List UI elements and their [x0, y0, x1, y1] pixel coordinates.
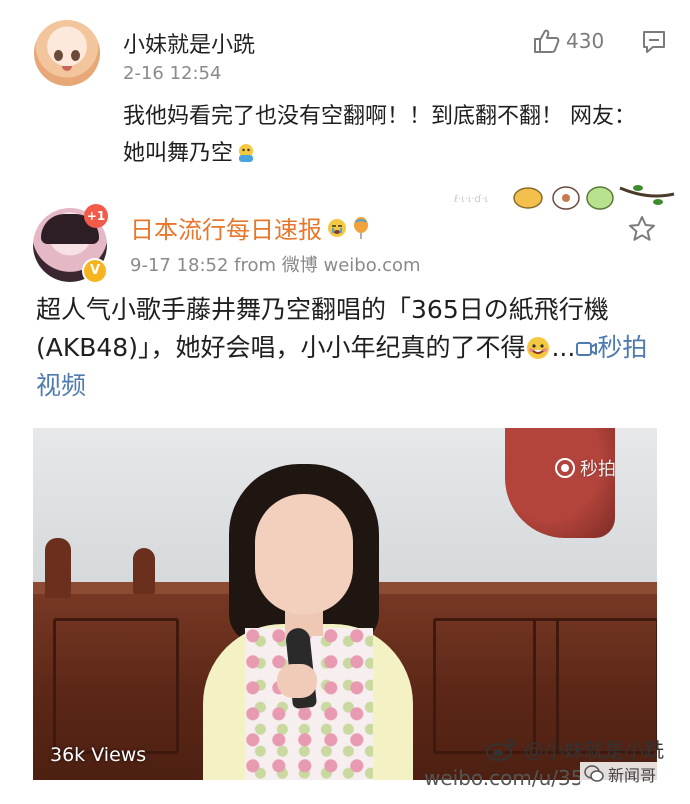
account-name[interactable]: 日本流行每日速报: [130, 210, 322, 245]
star-icon[interactable]: [627, 214, 657, 244]
emoji-icon: [239, 144, 254, 162]
site-name: 新闻哥: [608, 766, 657, 785]
comment-text: 我他妈看完了也没有空翻啊！！到底翻不翻！ 网友：她叫舞乃空: [123, 98, 643, 172]
post-text: 超人气小歌手藤井舞乃空翻唱的「365日の紙飛行機 (AKB48)」，她好会唱，小…: [36, 291, 658, 405]
grin-emoji-icon: [527, 337, 550, 359]
watermark-url: weibo.com/u/35: [424, 766, 584, 790]
like-button[interactable]: 430: [532, 28, 604, 54]
balloon-icon: [354, 216, 368, 239]
weibo-logo-icon: [486, 738, 516, 761]
reply-icon[interactable]: [641, 29, 667, 55]
crying-emoji-icon: [328, 218, 346, 237]
wechat-logo-icon: [584, 765, 604, 782]
vip-badge-icon: V: [82, 258, 108, 284]
video-link-icon: [576, 342, 598, 356]
comment-body: 我他妈看完了也没有空翻啊！！到底翻不翻！ 网友：她叫舞乃空: [123, 104, 636, 166]
post-ellipsis: ...: [551, 333, 576, 362]
thumbs-up-icon: [534, 29, 560, 53]
decoration-sticker: ℓ·ɩ·ɩ·ɗ·ɩ: [454, 185, 675, 210]
post-body: 超人气小歌手藤井舞乃空翻唱的「365日の紙飛行機 (AKB48)」，她好会唱，小…: [36, 295, 609, 362]
video-views: 36k Views: [50, 744, 147, 766]
svg-text:ℓ·ɩ·ɩ·ɗ·ɩ: ℓ·ɩ·ɩ·ɗ·ɩ: [454, 194, 489, 205]
video-brand-watermark: 秒拍: [554, 455, 616, 481]
miaopai-logo-icon: [555, 458, 575, 478]
post-meta: 9-17 18:52 from 微博 weibo.com: [130, 255, 421, 276]
commenter-name[interactable]: 小妹就是小跣: [123, 27, 255, 59]
video-brand: 秒拍: [580, 459, 616, 480]
like-count: 430: [566, 29, 605, 53]
watermark-handle: @小妹就是小跣: [524, 738, 664, 762]
account-name-row[interactable]: 日本流行每日速报: [130, 210, 370, 245]
site-watermark: 新闻哥: [580, 762, 661, 786]
avatar-badge: +1: [84, 204, 108, 228]
commenter-avatar[interactable]: [34, 20, 100, 86]
comment-timestamp: 2-16 12:54: [123, 63, 222, 84]
weibo-watermark: @小妹就是小跣: [484, 734, 664, 763]
